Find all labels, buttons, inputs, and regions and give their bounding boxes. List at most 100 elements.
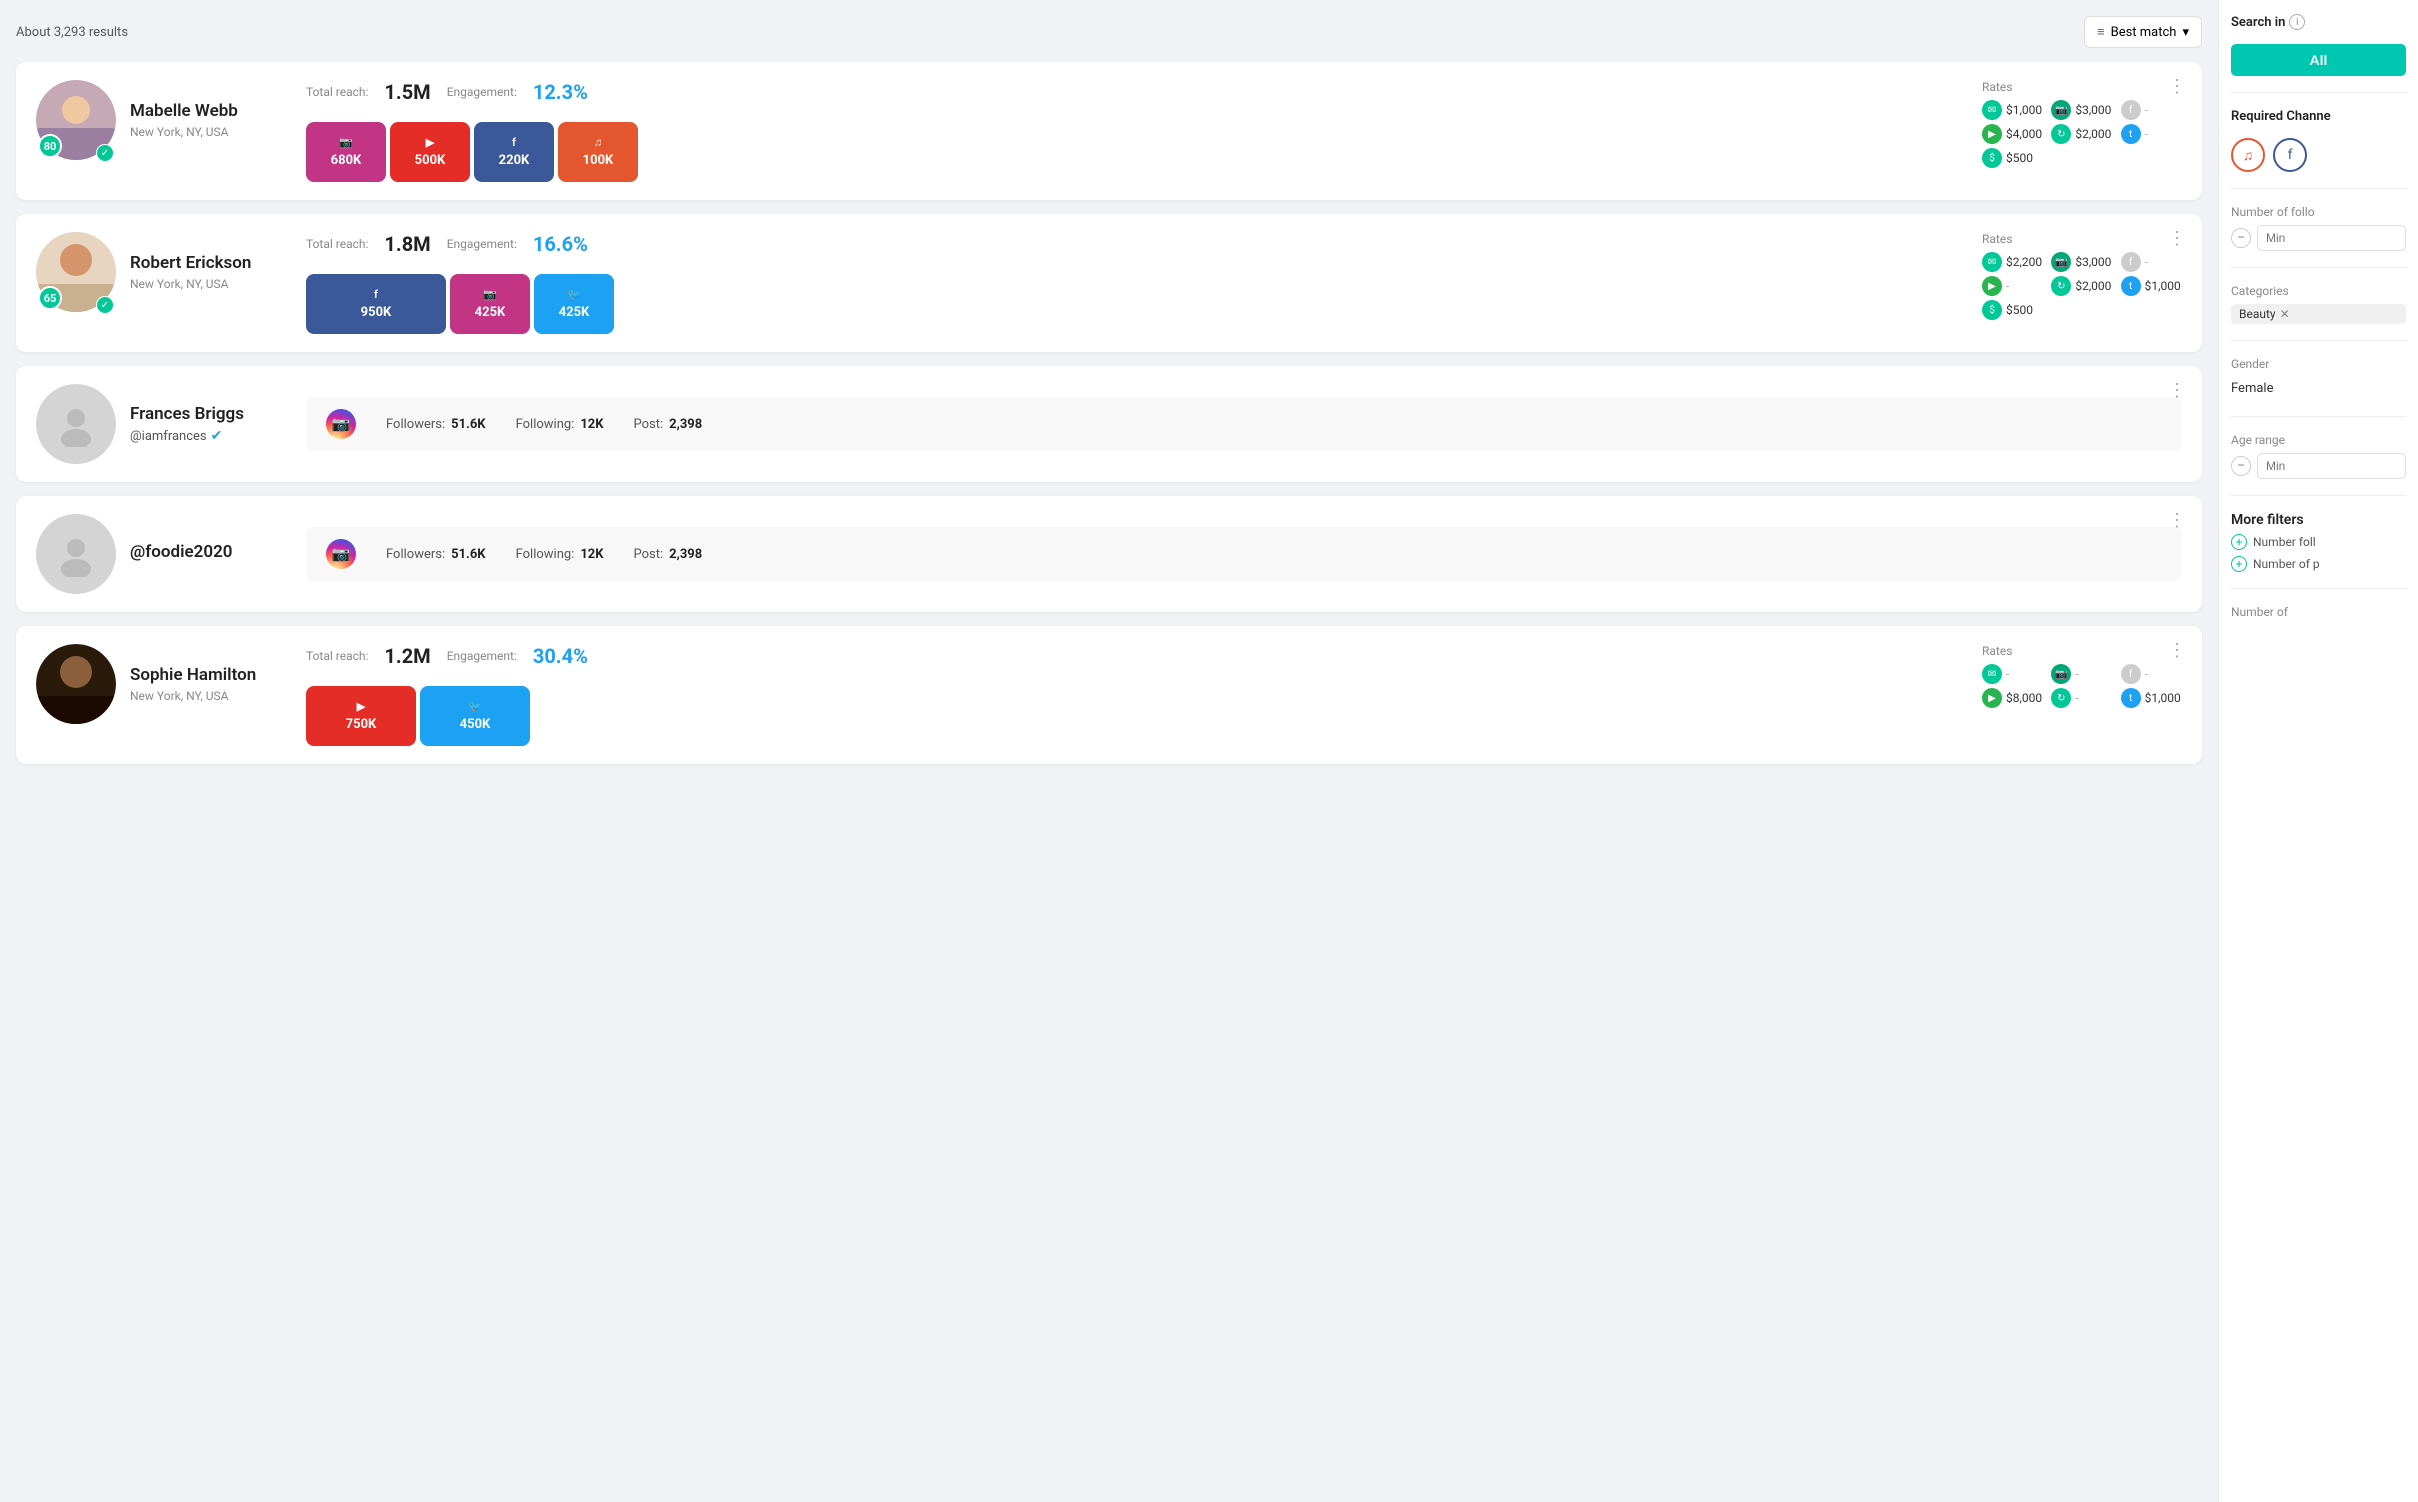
channel-tile-twitter[interactable]: 🐦 425K [534,274,614,334]
more-options-icon[interactable]: ⋮ [2168,640,2186,661]
score-badge: 65 [38,286,62,310]
number-of-followers-label: Number of follo [2231,205,2406,219]
play-rate-icon: ▶ [1982,276,2002,296]
category-tag: Beauty ✕ [2231,304,2406,324]
twitter-rate-icon: t [2121,276,2141,296]
score-badge: 80 [38,134,62,158]
influencer-name: @foodie2020 [130,542,290,562]
engagement-label: Engagement: [447,85,517,99]
rate-value: $2,000 [2075,127,2111,141]
sort-dropdown[interactable]: ≡ Best match ▾ [2084,16,2202,48]
rate-item: f - [2121,664,2182,684]
more-options-icon[interactable]: ⋮ [2168,76,2186,97]
engagement-label: Engagement: [447,649,517,663]
number-of-followers-section: Number of follo − [2231,205,2406,251]
rate-item: ✉ $1,000 [1982,100,2043,120]
info-icon: i [2289,14,2305,30]
instagram-icon: 📷 [483,288,497,301]
remove-age-filter-button[interactable]: − [2231,456,2251,476]
rate-item: ▶ $8,000 [1982,688,2043,708]
avatar-wrap [36,644,116,724]
spotify-icon: ♫ [594,136,602,149]
rate-item: $ $500 [1982,148,2043,168]
channel-tile-youtube[interactable]: ▶ 750K [306,686,416,746]
channel-tile-facebook[interactable]: f 220K [474,122,554,182]
more-filter-item-1[interactable]: + Number foll [2231,534,2406,550]
channel-tile-facebook[interactable]: f 950K [306,274,446,334]
divider [2231,92,2406,93]
channel-tiles: ▶ 750K 🐦 450K [306,686,1966,746]
channel-tile-instagram[interactable]: 📷 425K [450,274,530,334]
gender-value: Female [2231,377,2406,400]
rates-title: Rates [1982,232,2182,246]
refresh-rate-icon: ↻ [2051,688,2071,708]
refresh-rate-icon: ↻ [2051,276,2071,296]
rate-value: - [2006,279,2009,293]
play-rate-icon: ▶ [1982,688,2002,708]
divider [2231,495,2406,496]
rate-value: $4,000 [2006,127,2042,141]
metrics-row: Total reach: 1.2M Engagement: 30.4% [306,644,1966,668]
more-options-icon[interactable]: ⋮ [2168,510,2186,531]
avatar-placeholder [36,384,116,464]
avatar-wrap: 80 ✓ [36,80,116,160]
dash-rate-icon: f [2121,100,2141,120]
engagement-value: 30.4% [533,644,588,668]
rates-section: Rates ✉ - 📷 - f - [1982,644,2182,708]
required-channels-label: Required Channe [2231,109,2406,124]
facebook-channel-icon[interactable]: f [2273,138,2307,172]
rate-item: ↻ $2,000 [2051,124,2112,144]
rates-grid: ✉ $1,000 📷 $3,000 f - ▶ [1982,100,2182,168]
categories-label: Categories [2231,284,2406,298]
more-filter-item-2[interactable]: + Number of p [2231,556,2406,572]
channel-tile-instagram[interactable]: 📷 680K [306,122,386,182]
number-of-label: Number of [2231,605,2406,619]
message-rate-icon: ✉ [1982,100,2002,120]
metrics-row: Total reach: 1.5M Engagement: 12.3% [306,80,1966,104]
rate-item: ✉ - [1982,664,2043,684]
avatar-wrap [36,514,116,594]
channel-tile-twitter[interactable]: 🐦 450K [420,686,530,746]
channel-tiles: 📷 680K ▶ 500K f 220K ♫ [306,122,1966,182]
influencer-card-5: ⋮ Sophie Hamilt [16,626,2202,764]
more-options-icon[interactable]: ⋮ [2168,380,2186,401]
influencer-name: Robert Erickson [130,253,290,273]
remove-category-button[interactable]: ✕ [2280,307,2290,321]
following-value: 12K [580,417,603,432]
required-channels-section: Required Channe ♫ f [2231,109,2406,172]
categories-section: Categories Beauty ✕ [2231,284,2406,324]
category-label: Beauty [2239,307,2276,321]
avatar-wrap [36,384,116,464]
channel-tile-youtube[interactable]: ▶ 500K [390,122,470,182]
remove-filter-button[interactable]: − [2231,228,2251,248]
refresh-rate-icon: ↻ [2051,124,2071,144]
rates-section: Rates ✉ $2,200 📷 $3,000 f - [1982,232,2182,320]
followers-value: 51.6K [451,417,485,432]
influencer-location: New York, NY, USA [130,277,290,291]
rate-value: $1,000 [2145,279,2181,293]
rate-value: $500 [2006,303,2033,317]
rates-section: Rates ✉ $1,000 📷 $3,000 f - [1982,80,2182,168]
rate-value: - [2145,103,2148,117]
reach-value: 1.2M [384,644,430,668]
rates-grid: ✉ $2,200 📷 $3,000 f - ▶ [1982,252,2182,320]
metrics-row: Total reach: 1.8M Engagement: 16.6% [306,232,1966,256]
share-rate-icon: $ [1982,148,2002,168]
youtube-icon: ▶ [357,700,365,713]
following-item: Following: 12K [516,547,604,562]
more-options-icon[interactable]: ⋮ [2168,228,2186,249]
search-in-all-button[interactable]: All [2231,44,2406,76]
min-age-input[interactable] [2257,453,2406,479]
spotify-channel-icon[interactable]: ♫ [2231,138,2265,172]
divider [2231,188,2406,189]
plus-icon: + [2231,534,2247,550]
channel-tile-spotify[interactable]: ♫ 100K [558,122,638,182]
min-followers-input[interactable] [2257,225,2406,251]
rate-item: f - [2121,100,2182,120]
rate-value: $500 [2006,151,2033,165]
results-count: About 3,293 results [16,25,128,40]
influencer-info: Sophie Hamilton New York, NY, USA [130,665,290,703]
rate-item: 📷 - [2051,664,2112,684]
influencer-name: Frances Briggs [130,404,290,424]
filter-input-row: − [2231,225,2406,251]
